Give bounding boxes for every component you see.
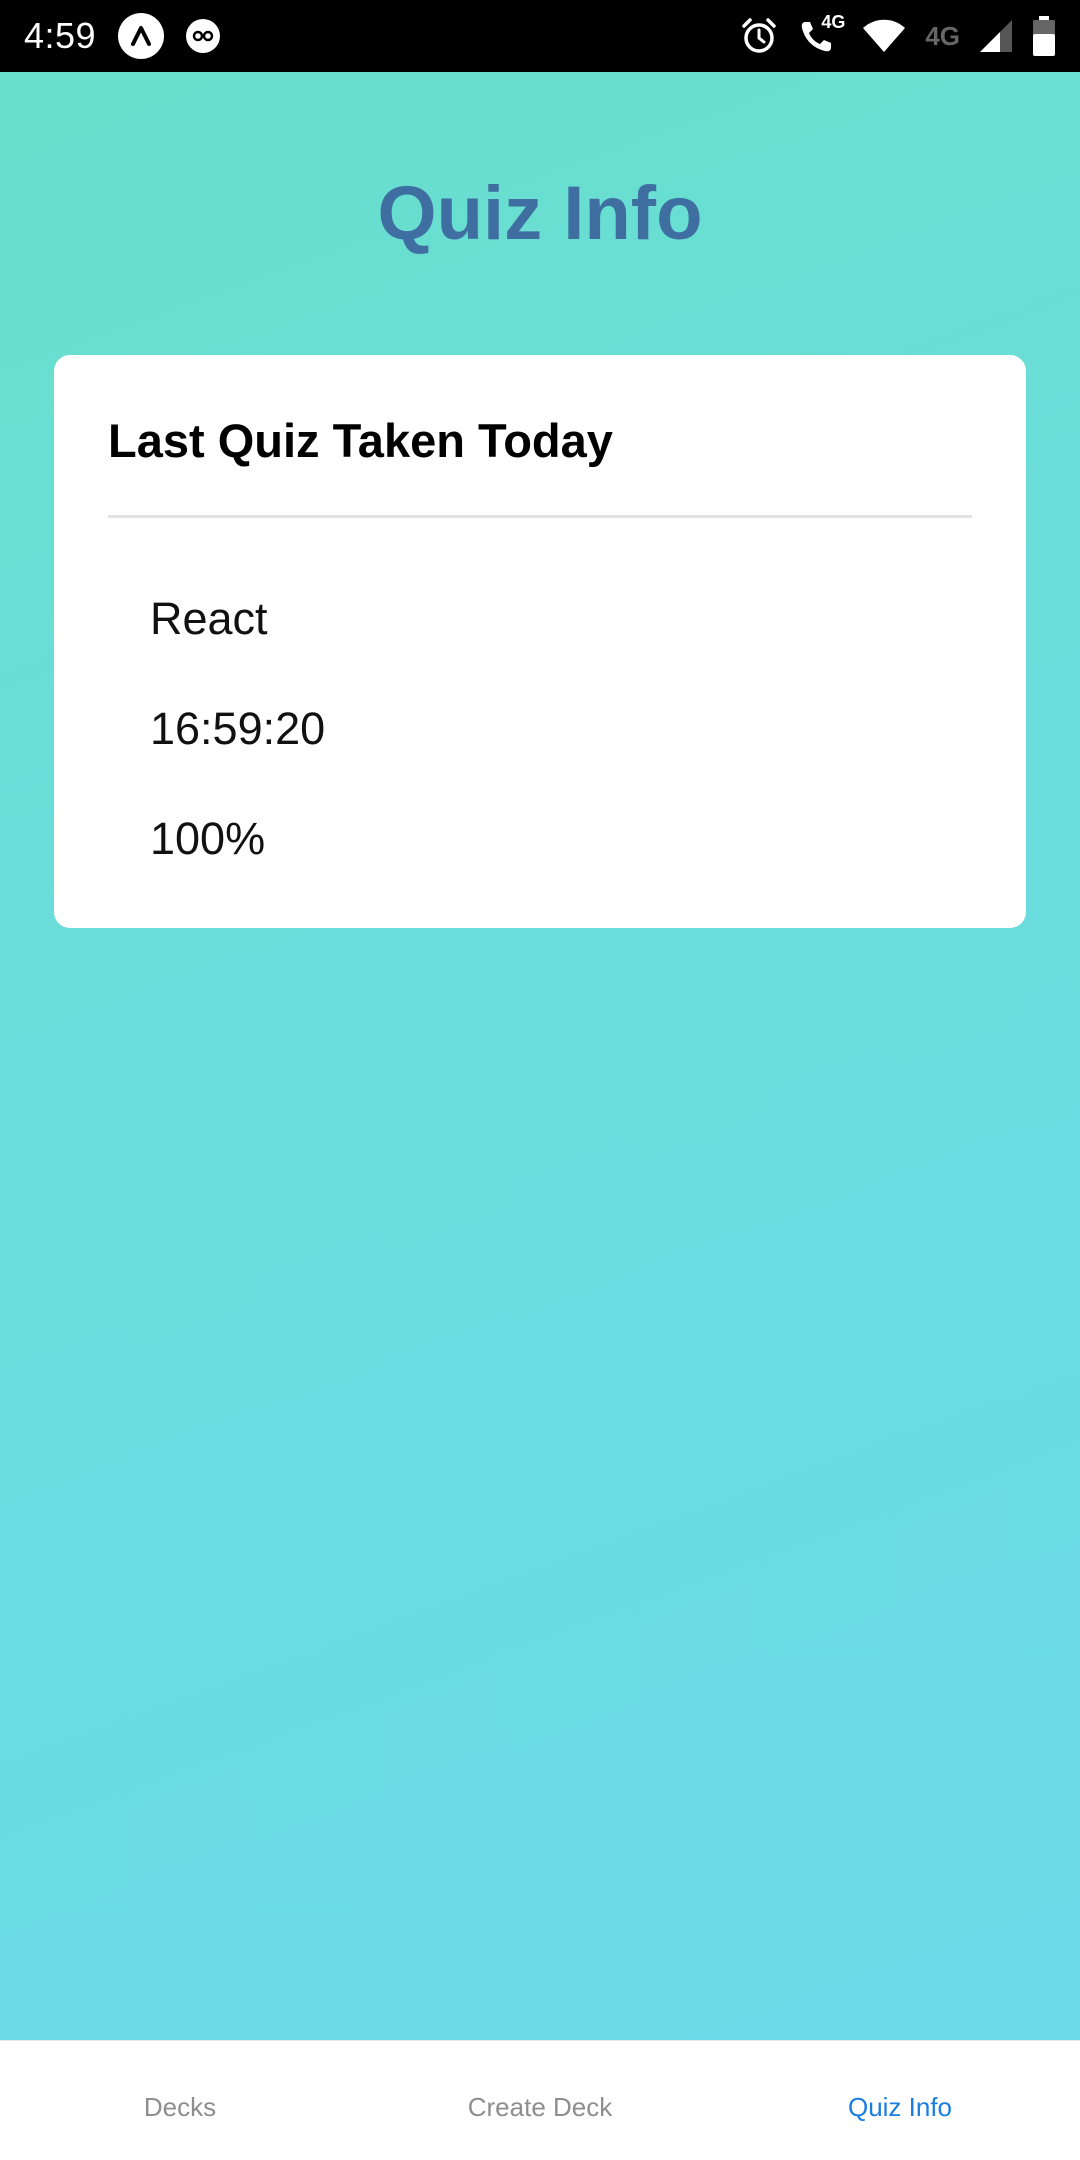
quiz-score: 100% — [150, 813, 266, 864]
tab-quiz-info[interactable]: Quiz Info — [720, 2041, 1080, 2160]
card-title: Last Quiz Taken Today — [108, 414, 613, 467]
quiz-time: 16:59:20 — [150, 703, 326, 754]
tab-create-deck[interactable]: Create Deck — [360, 2041, 720, 2160]
go-icon — [186, 19, 221, 53]
wifi-call-icon: 4G — [797, 12, 845, 56]
status-time: 4:59 — [24, 15, 97, 56]
tab-decks[interactable]: Decks — [0, 2041, 360, 2160]
alarm-icon — [739, 16, 779, 56]
page-title: Quiz Info — [377, 171, 703, 256]
quiz-deck-name: React — [150, 593, 268, 644]
status-left: 4:59 — [24, 13, 221, 59]
wifi-icon — [861, 18, 907, 54]
last-quiz-card: Last Quiz Taken Today React 16:59:20 100… — [54, 355, 1026, 928]
status-bar: 4:59 4G 4G — [0, 0, 1080, 72]
expo-icon — [118, 13, 165, 59]
card-divider — [108, 515, 972, 518]
bottom-tab-bar: Decks Create Deck Quiz Info — [0, 2040, 1080, 2160]
call-network-label: 4G — [821, 12, 846, 32]
battery-icon — [1032, 16, 1056, 56]
signal-icon — [978, 18, 1014, 54]
status-right: 4G 4G — [739, 12, 1056, 56]
network-label: 4G — [925, 20, 960, 51]
